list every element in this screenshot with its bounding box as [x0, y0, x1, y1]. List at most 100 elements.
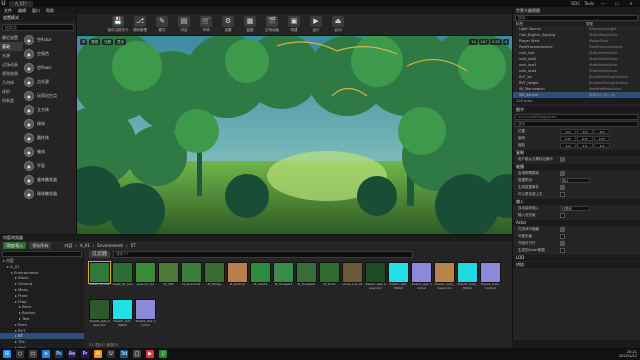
actor-item[interactable]: ● 锥体	[24, 145, 77, 159]
toolbar-button[interactable]: ⚙ 设置	[217, 14, 239, 36]
taskbar-app-icon[interactable]: ⊞	[3, 350, 11, 358]
toolbar-button[interactable]: ⎇ 源码管理	[129, 14, 151, 36]
toolbar-button[interactable]: 💾 保存当前关卡	[107, 14, 129, 36]
perspective-button[interactable]: 透视	[89, 38, 101, 45]
transform-value-input[interactable]: 0.0°	[577, 136, 593, 141]
taskbar-app-icon[interactable]: ○	[16, 350, 24, 358]
asset-tile[interactable]: M_Trunk	[319, 262, 340, 298]
asset-tile[interactable]: Tree01_leaf_basecolor	[365, 262, 386, 298]
category-item[interactable]: 所有类	[0, 96, 23, 105]
checkbox[interactable]	[560, 192, 565, 197]
close-button[interactable]: ✕	[626, 1, 636, 6]
asset-tile[interactable]: M_Hedge01	[273, 262, 294, 298]
toolbar-button[interactable]: ▦ 蓝图	[239, 14, 261, 36]
taskbar-app-icon[interactable]: Ai	[94, 350, 102, 358]
transform-value-input[interactable]: 0.0°	[594, 136, 610, 141]
actor-item[interactable]: ● 点光源	[24, 75, 77, 89]
toolbar-button[interactable]: ⏏ 启动	[327, 14, 349, 36]
menu-file[interactable]: 文件	[4, 8, 12, 14]
checkbox[interactable]	[560, 234, 565, 239]
menu-window[interactable]: 窗口	[32, 8, 40, 14]
checkbox[interactable]	[560, 213, 565, 218]
toolbar-button[interactable]: ▣ 构建	[283, 14, 305, 36]
checkbox[interactable]	[560, 171, 565, 176]
lod-section[interactable]: LOD	[513, 255, 640, 261]
filter-button[interactable]: 过滤器	[89, 251, 111, 258]
transform-value-input[interactable]: 1.0	[560, 143, 576, 148]
transform-value-input[interactable]: 0.0	[594, 129, 610, 134]
asset-tile[interactable]: M_Hedge02	[296, 262, 317, 298]
show-button[interactable]: 显示	[115, 38, 127, 45]
category-item[interactable]: 过场动画	[0, 60, 23, 69]
actor-item[interactable]: ● 球体	[24, 117, 77, 131]
path-a01[interactable]: A_01	[80, 243, 90, 248]
menu-help[interactable]: 帮助	[46, 8, 54, 14]
category-item[interactable]: 体积	[0, 87, 23, 96]
actor-item[interactable]: ● 盒体触发器	[24, 173, 77, 187]
actor-item[interactable]: ● 空Actor	[24, 33, 77, 47]
viewport-menu-button[interactable]: ☰	[80, 38, 88, 45]
grid-snap-button[interactable]: 10	[469, 38, 478, 45]
asset-tile[interactable]: M_Hedge	[204, 262, 225, 298]
actor-item[interactable]: ● 平面	[24, 159, 77, 173]
category-item[interactable]: 最近放置	[0, 33, 23, 42]
taskbar-app-icon[interactable]: 3d	[120, 350, 128, 358]
level-viewport[interactable]: ☰ 透视 光照 显示 10 10° 0.25 4	[77, 36, 512, 234]
minimize-button[interactable]: —	[598, 1, 608, 6]
transform-value-input[interactable]: 0.0	[577, 129, 593, 134]
actor-item[interactable]: ● 空角色	[24, 47, 77, 61]
maximize-button[interactable]: ☐	[612, 1, 622, 6]
save-all-button[interactable]: 保存所有	[29, 242, 52, 249]
toolbar-button[interactable]: ▤ 内容	[173, 14, 195, 36]
taskbar-app-icon[interactable]: Pr	[81, 350, 89, 358]
taskbar-app-icon[interactable]: ♫	[159, 350, 167, 358]
asset-tile[interactable]: Tree02_leaf_basecolor	[89, 299, 110, 335]
asset-search-input[interactable]: 搜索 ST	[113, 251, 414, 258]
category-item[interactable]: 视觉效果	[0, 69, 23, 78]
asset-tile[interactable]: Asset_01_bas	[112, 262, 133, 298]
asset-tile[interactable]: M_guanmu1	[181, 262, 202, 298]
dropdown[interactable]: 默认	[560, 178, 590, 183]
menu-edit[interactable]: 编辑	[18, 8, 26, 14]
level-tab[interactable]: A_01*	[9, 0, 33, 7]
outliner-search-input[interactable]: 搜索...	[515, 15, 638, 21]
checkbox[interactable]	[560, 157, 565, 162]
asset-tile[interactable]: Asset_01_dec	[88, 261, 111, 298]
taskbar-app-icon[interactable]: U	[107, 350, 115, 358]
asset-tile[interactable]: Tree02_leaf_MRAO	[112, 299, 133, 335]
actor-item[interactable]: ● 玩家出生点	[24, 89, 77, 103]
transform-value-input[interactable]: 1.0	[577, 143, 593, 148]
taskbar-app-icon[interactable]: ▭	[29, 350, 37, 358]
checkbox[interactable]	[560, 248, 565, 253]
cooking-section[interactable]: 烘焙	[513, 262, 640, 268]
tools-label[interactable]: Tools	[584, 1, 594, 6]
transform-value-input[interactable]: 1.0	[594, 143, 610, 148]
asset-tile[interactable]: M_shiRock	[227, 262, 248, 298]
actor-item[interactable]: ● 球体触发器	[24, 187, 77, 201]
asset-tile[interactable]: Tree01_leaf_normal	[411, 262, 432, 298]
asset-tile[interactable]: shrub_low_01	[342, 262, 363, 298]
asset-tile[interactable]: Tree01_bark_normal	[480, 262, 501, 298]
details-actor-name[interactable]: InstancedFoliageActor	[515, 114, 638, 120]
taskbar-app-icon[interactable]: ▶	[146, 350, 154, 358]
category-item[interactable]: 基础	[0, 42, 23, 51]
actor-item[interactable]: ● 空Pawn	[24, 61, 77, 75]
scale-snap-button[interactable]: 0.25	[489, 38, 502, 45]
checkbox[interactable]	[560, 241, 565, 246]
transform-value-input[interactable]: 0.0°	[560, 136, 576, 141]
path-st[interactable]: ST	[131, 243, 136, 248]
folder-search-input[interactable]	[2, 251, 82, 257]
transform-value-input[interactable]: 0.0	[560, 129, 576, 134]
add-import-button[interactable]: 添加/导入	[3, 242, 27, 249]
toolbar-button[interactable]: 🛒 市场	[195, 14, 217, 36]
checkbox[interactable]	[560, 227, 565, 232]
dropdown[interactable]: 已禁用	[560, 206, 590, 211]
actor-item[interactable]: ● 圆柱体	[24, 131, 77, 145]
details-search-input[interactable]: 搜索	[515, 121, 638, 127]
asset-tile[interactable]: Tree02_leaf_normal	[135, 299, 156, 335]
taskbar-app-icon[interactable]: □	[133, 350, 141, 358]
path-environment[interactable]: Environment	[97, 243, 123, 248]
toolbar-button[interactable]: ✎ 模式	[151, 14, 173, 36]
asset-tile[interactable]: Tree01_leaf_MRAO	[388, 262, 409, 298]
asset-tile[interactable]: Tree01_bark_MRAO	[457, 262, 478, 298]
